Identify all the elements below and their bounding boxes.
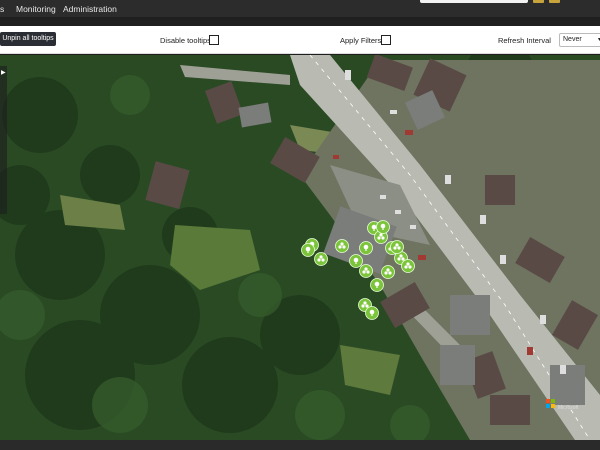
tree-marker[interactable] [359,241,373,255]
disable-tooltips-label: Disable tooltips [160,36,211,45]
apply-filters-label: Apply Filters [340,36,382,45]
nav-item-dashboards[interactable]: s [0,4,4,14]
tree-marker[interactable] [335,239,349,253]
disable-tooltips-checkbox[interactable] [209,35,219,45]
tree-marker[interactable] [390,240,404,254]
tree-marker[interactable] [376,220,390,234]
tree-marker[interactable] [381,265,395,279]
tree-marker[interactable] [301,243,315,257]
tree-marker[interactable] [365,306,379,320]
map-attribution: Microsoft [558,405,579,411]
play-icon[interactable]: ▶ [1,69,6,76]
unpin-all-tooltips-button[interactable]: Unpin all tooltips [0,32,56,46]
tree-marker[interactable] [314,252,328,266]
tree-markers-layer [301,220,415,320]
bottom-bar [0,440,600,450]
nav-action-button[interactable] [533,0,544,3]
nav-action-button[interactable] [549,0,560,3]
tree-marker[interactable] [359,264,373,278]
map-zoom-control[interactable]: ▶ [0,66,7,214]
tree-marker[interactable] [349,254,363,268]
search-input[interactable] [420,0,528,3]
nav-item-administration[interactable]: Administration [63,4,117,14]
top-nav: s Monitoring Administration [0,0,600,17]
refresh-interval-label: Refresh Interval [498,36,551,45]
refresh-interval-value: Never [563,36,582,43]
apply-filters-checkbox[interactable] [381,35,391,45]
map-toolbar: Unpin all tooltips Disable tooltips Appl… [0,26,600,54]
satellite-map[interactable]: ▶ Microsoft [0,55,600,440]
tree-marker[interactable] [370,278,384,292]
refresh-interval-select[interactable]: Never ▾ [559,33,600,47]
tree-marker[interactable] [401,259,415,273]
microsoft-logo-icon [546,399,555,408]
nav-item-monitoring[interactable]: Monitoring [16,4,56,14]
